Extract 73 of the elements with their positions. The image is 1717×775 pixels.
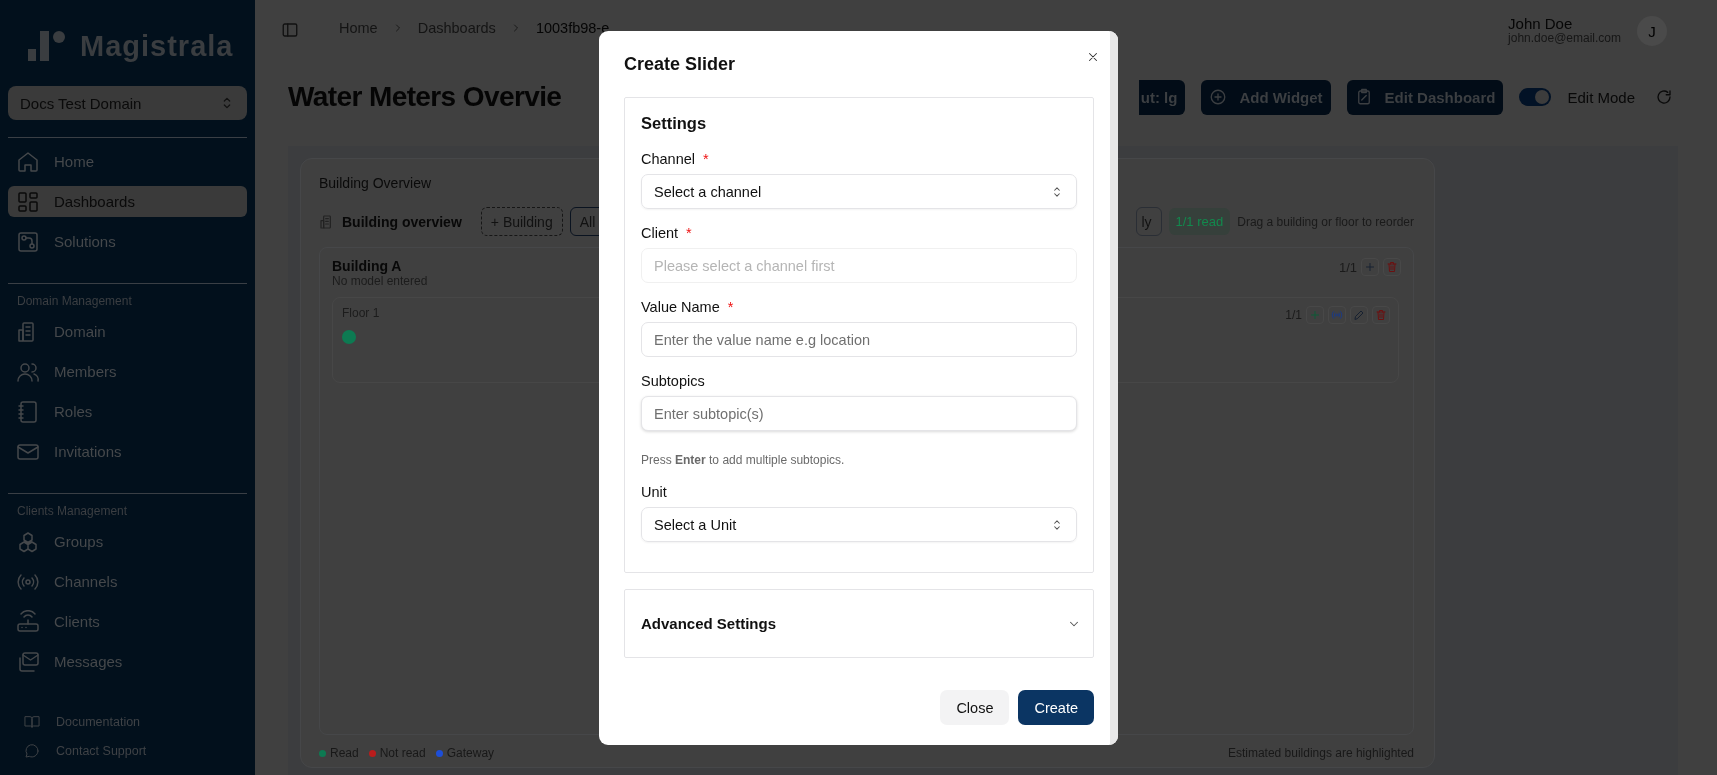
edit-button[interactable] (1350, 306, 1368, 324)
plus-circle-icon (1209, 88, 1228, 106)
boxes-icon (16, 529, 40, 554)
logo-text: Magistrala (80, 29, 234, 63)
field-label: Value Name (641, 299, 720, 315)
messages-icon (16, 649, 40, 674)
user-avatar[interactable]: J (1637, 16, 1667, 46)
refresh-icon[interactable] (1655, 88, 1673, 106)
field-label: Subtopics (641, 373, 705, 389)
select-field[interactable]: Select a channel (641, 174, 1077, 209)
advanced-settings-toggle[interactable]: Advanced Settings (624, 589, 1094, 658)
toolbar-button[interactable]: Edit Dashboard (1346, 79, 1504, 115)
section-heading: Domain Management (16, 293, 133, 310)
add-floor-button[interactable] (1361, 258, 1379, 276)
delete-button[interactable] (1372, 306, 1390, 324)
required-mark: * (686, 225, 692, 241)
user-name: John Doe (1508, 17, 1574, 31)
sidebar-item[interactable]: Invitations (8, 436, 247, 467)
logo-icon (28, 31, 68, 61)
field-label: Unit (641, 484, 667, 500)
sidebar-toggle-icon[interactable] (281, 21, 299, 39)
section-title: Building overview (342, 213, 462, 230)
breadcrumb-link[interactable]: 1003fb98-e (535, 20, 610, 36)
sidebar-item[interactable]: Roles (8, 396, 247, 427)
meter-dot[interactable] (342, 330, 356, 344)
sidebar-item[interactable]: Channels (8, 566, 247, 597)
delete-button[interactable] (1383, 258, 1401, 276)
section-heading: Clients Management (16, 503, 129, 520)
footer-link[interactable]: Contact Support (8, 743, 247, 759)
page-title: Water Meters Overvie (288, 81, 562, 113)
footer-link[interactable]: Documentation (8, 714, 247, 730)
sidebar-item[interactable]: Clients (8, 606, 247, 637)
plus-icon (1364, 261, 1376, 273)
router-icon (16, 609, 40, 634)
dialog-title: Create Slider (624, 53, 736, 75)
scrollbar[interactable] (1110, 31, 1118, 745)
input-field[interactable]: Enter subtopic(s) (641, 396, 1077, 431)
input-field[interactable]: Enter the value name e.g location (641, 322, 1077, 357)
required-mark: * (727, 299, 734, 315)
required-mark: * (703, 151, 709, 167)
add-meter-button[interactable] (1306, 306, 1324, 324)
broadcast-icon (1331, 309, 1343, 321)
close-button[interactable]: Close (940, 690, 1010, 725)
flow-icon (16, 229, 40, 254)
field-label: Client (641, 225, 679, 241)
trash-icon (1375, 309, 1387, 321)
edit-mode-label: Edit Mode (1567, 88, 1635, 106)
sidebar-item[interactable]: Members (8, 356, 247, 387)
edit-mode-switch[interactable] (1519, 88, 1552, 106)
sidebar-item[interactable]: Home (8, 146, 247, 177)
pencil-icon (1353, 309, 1365, 321)
close-icon[interactable] (1086, 50, 1100, 64)
toolbar-button[interactable]: ut: lg (1138, 79, 1186, 115)
sidebar-item[interactable]: Groups (8, 526, 247, 557)
sidebar-item[interactable]: Domain (8, 316, 247, 347)
grid-icon (16, 189, 40, 214)
sidebar-item[interactable]: Messages (8, 646, 247, 677)
sidebar-item[interactable]: Solutions (8, 226, 247, 257)
field-hint: Press Enter to add multiple subtopics. (641, 453, 846, 467)
building-name: Building A (332, 258, 403, 274)
trash-icon (1386, 261, 1398, 273)
field-label: Channel (641, 151, 695, 167)
home-icon (16, 149, 40, 174)
select-field[interactable]: Select a Unit (641, 507, 1077, 542)
chat-icon (24, 743, 40, 759)
plus-icon (1309, 309, 1321, 321)
panel-heading: Settings (641, 114, 708, 133)
read-badge: 1/1 read (1168, 208, 1231, 235)
gateway-button[interactable] (1328, 306, 1346, 324)
create-button[interactable]: Create (1018, 690, 1094, 725)
toolbar-button[interactable]: Add Widget (1201, 79, 1331, 115)
notebook-icon (16, 399, 40, 424)
book-icon (24, 714, 40, 730)
